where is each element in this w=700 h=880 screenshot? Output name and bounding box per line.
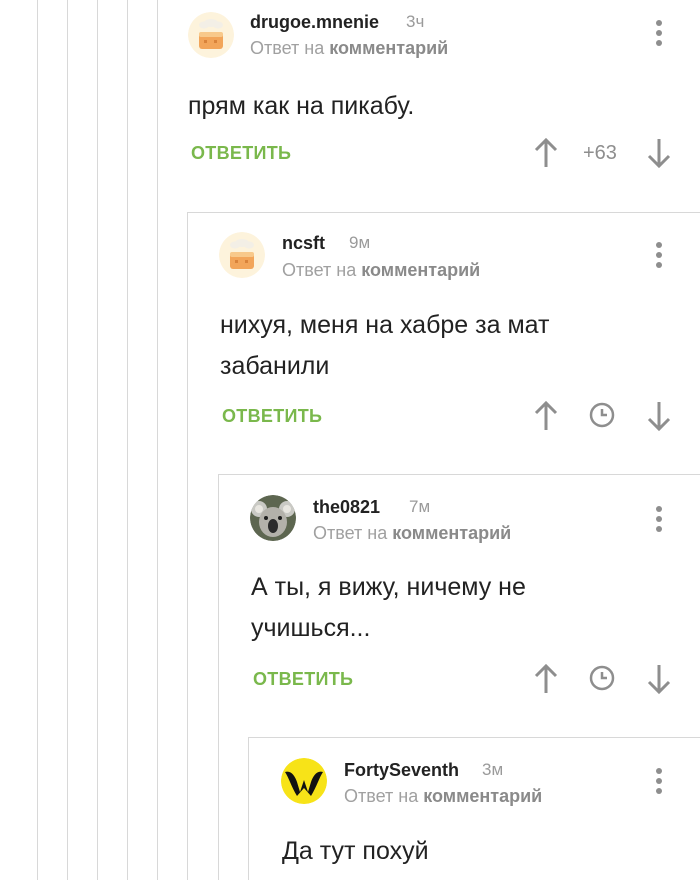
avatar[interactable] (219, 232, 265, 278)
thread-line (157, 0, 158, 880)
avatar[interactable] (188, 12, 234, 58)
upvote-arrow-icon[interactable] (534, 663, 558, 695)
cake-avatar-icon (219, 232, 265, 278)
thread-connector (248, 737, 700, 738)
reply-target: комментарий (361, 260, 481, 280)
thread-line (127, 0, 128, 880)
clock-icon (589, 665, 615, 691)
reply-button[interactable]: ОТВЕТИТЬ (222, 406, 322, 427)
thread-connector (218, 474, 700, 475)
thread-connector (187, 212, 700, 213)
reply-to-label[interactable]: Ответ на комментарий (250, 38, 448, 59)
koala-avatar-icon (250, 495, 296, 541)
comment-time: 3м (482, 760, 504, 779)
reply-to-label[interactable]: Ответ на комментарий (313, 523, 511, 544)
upvote-arrow-icon[interactable] (534, 137, 558, 169)
author-name[interactable]: the0821 (313, 497, 380, 518)
rating-value: +63 (583, 142, 617, 164)
more-options-icon[interactable] (656, 242, 662, 272)
comment-text: А ты, я вижу, ничему не учишься... (251, 573, 526, 642)
reply-prefix: Ответ на (250, 38, 325, 58)
comment-time: 9м (349, 233, 371, 252)
wu-tang-logo-icon (281, 758, 327, 804)
comment-text: нихуя, меня на хабре за мат забанили (220, 311, 550, 380)
author-name[interactable]: ncsft (282, 233, 325, 254)
reply-prefix: Ответ на (344, 786, 419, 806)
downvote-arrow-icon[interactable] (647, 400, 671, 432)
avatar[interactable] (250, 495, 296, 541)
reply-button[interactable]: ОТВЕТИТЬ (253, 669, 353, 690)
more-options-icon[interactable] (656, 768, 662, 798)
reply-to-label[interactable]: Ответ на комментарий (344, 786, 542, 807)
comment-time: 7м (409, 497, 431, 516)
cake-avatar-icon (188, 12, 234, 58)
thread-line (37, 0, 38, 880)
reply-prefix: Ответ на (313, 523, 388, 543)
comment-time: 3ч (406, 12, 425, 31)
downvote-arrow-icon[interactable] (647, 137, 671, 169)
thread-line (248, 737, 249, 880)
reply-to-label[interactable]: Ответ на комментарий (282, 260, 480, 281)
more-options-icon[interactable] (656, 506, 662, 536)
upvote-arrow-icon[interactable] (534, 400, 558, 432)
author-name[interactable]: FortySeventh (344, 760, 459, 781)
reply-prefix: Ответ на (282, 260, 357, 280)
comment-text: прям как на пикабу. (188, 92, 415, 120)
reply-target: комментарий (423, 786, 543, 806)
thread-line (97, 0, 98, 880)
more-options-icon[interactable] (656, 20, 662, 50)
thread-line (187, 212, 188, 880)
reply-target: комментарий (329, 38, 449, 58)
comment-text: Да тут похуй (282, 837, 429, 865)
thread-line (67, 0, 68, 880)
thread-line (218, 474, 219, 880)
author-name[interactable]: drugoe.mnenie (250, 12, 379, 33)
reply-button[interactable]: ОТВЕТИТЬ (191, 143, 291, 164)
avatar[interactable] (281, 758, 327, 804)
reply-target: комментарий (392, 523, 512, 543)
clock-icon (589, 402, 615, 428)
downvote-arrow-icon[interactable] (647, 663, 671, 695)
